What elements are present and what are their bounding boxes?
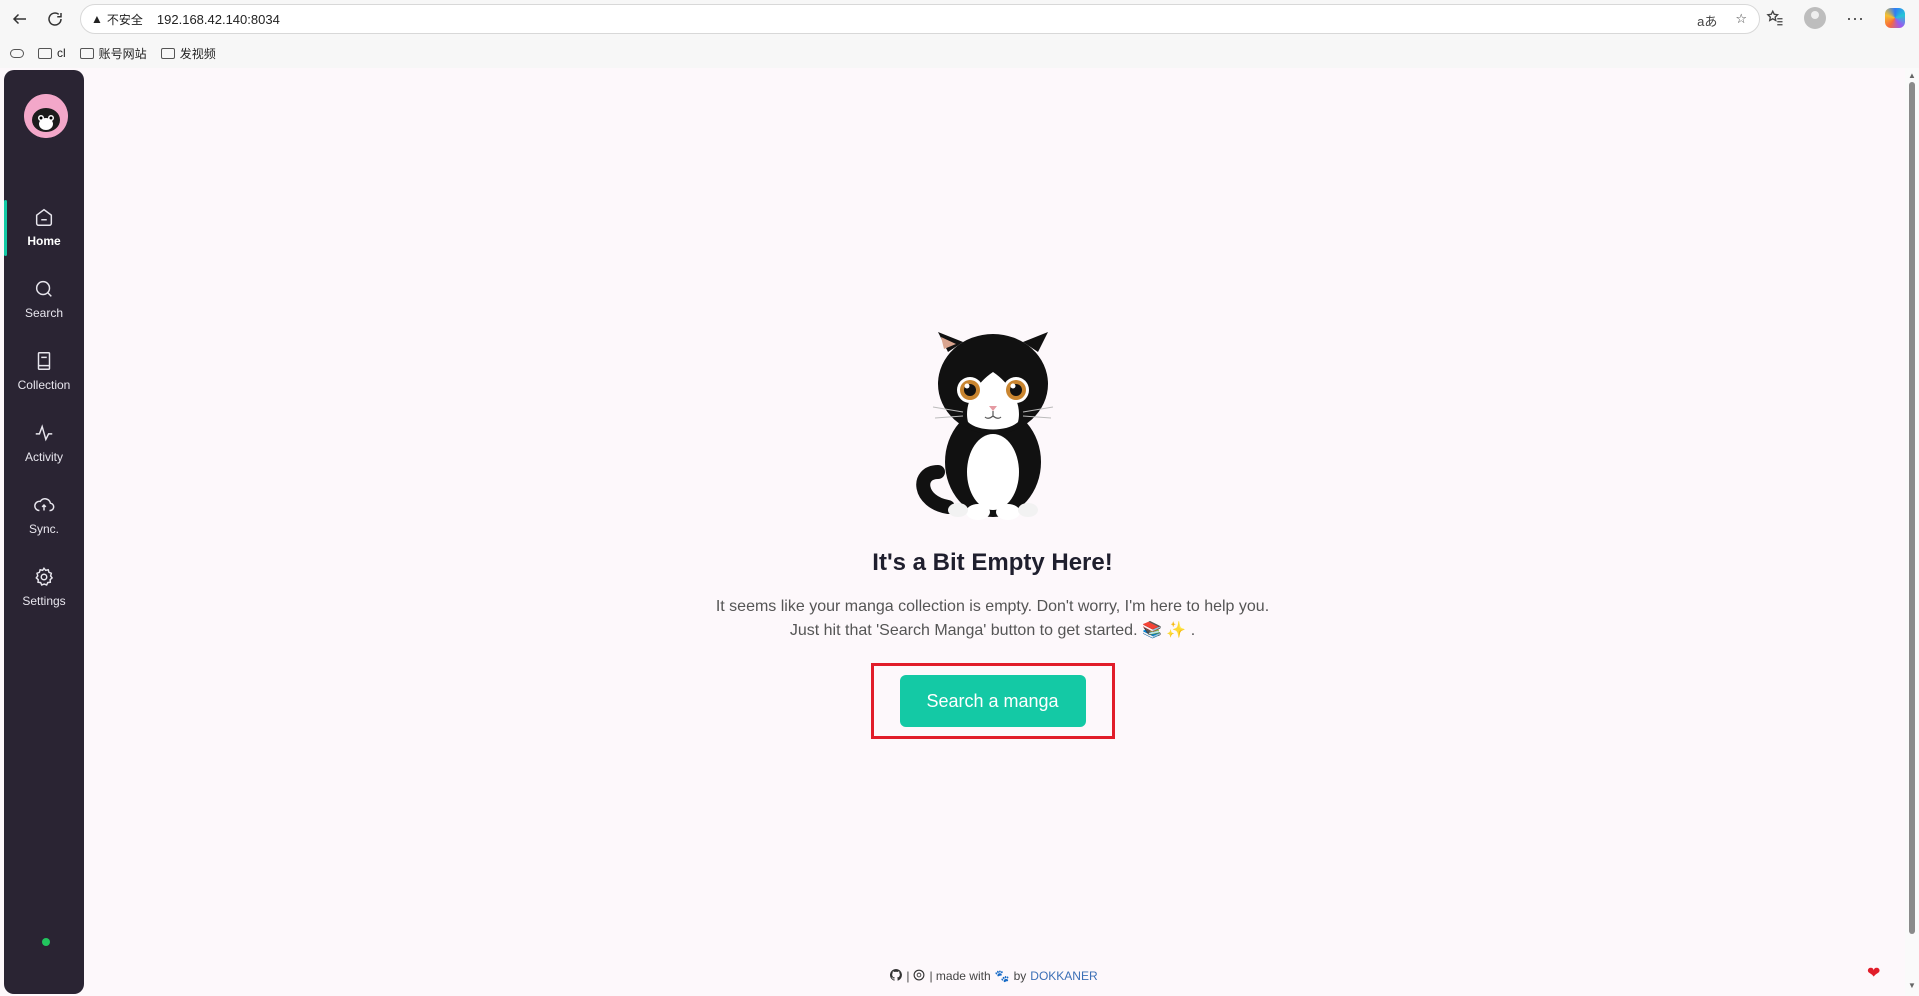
bookmarks-bar: cl 账号网站 发视频 (0, 38, 1919, 68)
star-icon[interactable]: ☆ (1735, 11, 1747, 30)
folder-icon (79, 47, 94, 59)
heart-icon[interactable]: ❤ (1867, 966, 1883, 982)
bookmark-toggle[interactable] (10, 48, 24, 58)
scroll-down-icon[interactable]: ▼ (1908, 982, 1916, 990)
scroll-thumb[interactable] (1909, 82, 1915, 934)
reload-icon (48, 12, 62, 26)
translate-icon[interactable]: aあ (1697, 11, 1717, 30)
sidebar-item-label: Settings (22, 594, 66, 608)
sidebar-item-label: Activity (24, 450, 63, 464)
book-icon (37, 352, 51, 370)
bookmark-item[interactable]: cl (38, 46, 66, 60)
favorites-icon[interactable] (1761, 4, 1789, 32)
activity-icon (35, 424, 53, 442)
warning-icon: ▲ (91, 12, 103, 26)
footer-by: by (1013, 969, 1027, 983)
avatar (1804, 7, 1826, 29)
folder-icon (160, 47, 175, 59)
author-link[interactable]: DOKKANER (1030, 969, 1097, 983)
empty-state-line-1: It seems like your manga collection is e… (715, 598, 1270, 615)
sidebar-item-sync[interactable]: Sync. (4, 482, 84, 548)
highlight-box: Search a manga (870, 663, 1115, 739)
scroll-up-icon[interactable]: ▲ (1908, 72, 1916, 80)
arrow-left-icon (12, 13, 26, 25)
empty-state-message: It seems like your manga collection is e… (680, 595, 1305, 643)
sidebar-item-label: Sync. (28, 522, 59, 536)
cloud-sync-icon (34, 498, 55, 512)
search-icon (35, 280, 52, 297)
gear-icon (35, 567, 54, 586)
sidebar-item-activity[interactable]: Activity (4, 410, 84, 476)
page-scrollbar[interactable]: ▲ ▼ (1905, 68, 1919, 996)
sidebar-item-label: Search (24, 306, 64, 320)
apps-icon (10, 48, 24, 58)
app-logo[interactable] (24, 94, 68, 138)
address-bar[interactable]: ▲ 不安全 192.168.42.140:8034 aあ ☆ (80, 4, 1760, 34)
bookmark-item[interactable]: 账号网站 (79, 45, 147, 62)
url-text[interactable]: 192.168.42.140:8034 (157, 12, 280, 27)
home-icon (35, 208, 53, 226)
profile-button[interactable] (1801, 4, 1829, 32)
footer: | | made with 🐾 by DOKKANER (84, 956, 1904, 996)
github-icon[interactable] (890, 968, 903, 984)
sidebar-item-search[interactable]: Search (4, 266, 84, 332)
browser-toolbar: ▲ 不安全 192.168.42.140:8034 aあ ☆ ··· (0, 0, 1919, 38)
openai-icon[interactable] (913, 969, 925, 984)
empty-state-title: It's a Bit Empty Here! (872, 549, 1113, 576)
sidebar: Home Search Collection Activity Sync. Se… (4, 70, 84, 994)
search-manga-button[interactable]: Search a manga (899, 675, 1086, 727)
empty-state: It's a Bit Empty Here! It seems like you… (680, 322, 1305, 739)
footer-separator: | (906, 969, 910, 983)
footer-made-with: | made with (929, 969, 991, 983)
sidebar-item-label: Home (27, 234, 61, 248)
page-content: Home Search Collection Activity Sync. Se… (0, 68, 1905, 996)
paw-icon: 🐾 (994, 969, 1010, 983)
connection-status-dot (42, 938, 50, 946)
insecure-label: 不安全 (106, 12, 143, 27)
sidebar-item-settings[interactable]: Settings (4, 554, 84, 620)
reload-button[interactable] (39, 3, 71, 35)
empty-state-line-2: Just hit that 'Search Manga' button to g… (789, 622, 1196, 639)
cat-logo-icon (24, 94, 68, 138)
more-menu-icon[interactable]: ··· (1841, 4, 1869, 32)
bookmark-item[interactable]: 发视频 (160, 45, 216, 62)
cat-illustration (915, 332, 1053, 520)
sidebar-item-label: Collection (17, 378, 71, 392)
sidebar-item-home[interactable]: Home (4, 194, 84, 260)
sidebar-item-collection[interactable]: Collection (4, 338, 84, 404)
folder-icon (38, 47, 52, 59)
back-button[interactable] (4, 3, 36, 35)
copilot-icon[interactable] (1881, 4, 1909, 32)
